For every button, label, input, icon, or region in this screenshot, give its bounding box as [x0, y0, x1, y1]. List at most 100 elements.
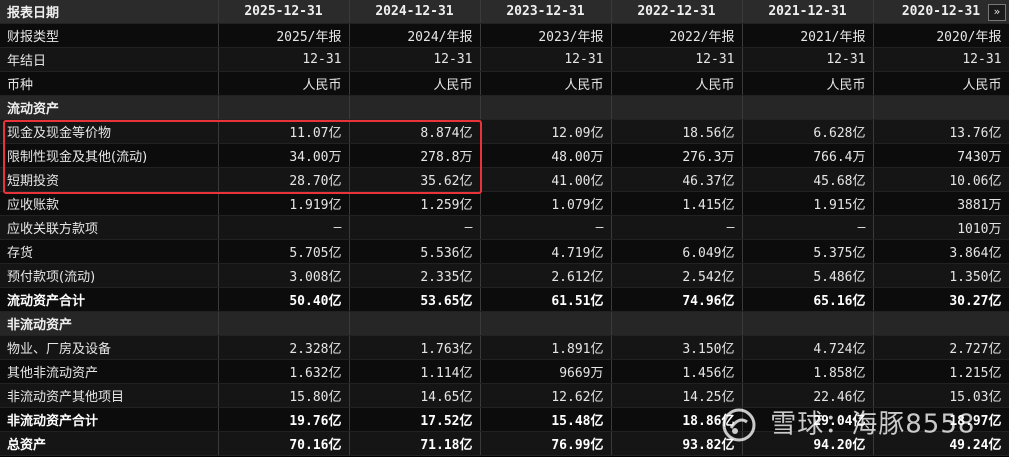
cell-value: 1010万: [873, 215, 1009, 240]
cell-value: —: [742, 215, 874, 240]
row-label: 财报类型: [0, 23, 219, 48]
cell-value: 1.456亿: [611, 359, 743, 384]
cell-value: 13.76亿: [873, 119, 1009, 144]
cell-value: 3881万: [873, 191, 1009, 216]
cell-value: 4.724亿: [742, 335, 874, 360]
cell-value: 1.415亿: [611, 191, 743, 216]
cell-value: 15.48亿: [480, 407, 612, 432]
row-label: 现金及现金等价物: [0, 119, 219, 144]
data-row: 应收关联方款项 — — — — —1010万: [0, 215, 1009, 240]
cell-value: 1.215亿: [873, 359, 1009, 384]
row-label: 其他非流动资产: [0, 359, 219, 384]
cell-value: 2.335亿: [349, 263, 481, 288]
data-row: 财报类型 2025/年报 2024/年报 2023/年报 2022/年报 2021/年报 2…: [0, 23, 1009, 48]
cell-value: 1.632亿: [218, 359, 350, 384]
cell-value: [480, 311, 612, 336]
section-header-row: 非流动资产: [0, 311, 1009, 336]
period-date[interactable]: 2025-12-31: [218, 0, 350, 24]
cell-value: 1.350亿: [873, 263, 1009, 288]
cell-value: 70.16亿: [218, 431, 350, 456]
row-label: 预付款项(流动): [0, 263, 219, 288]
cell-value: 3.150亿: [611, 335, 743, 360]
cell-value: 46.37亿: [611, 167, 743, 192]
row-label: 币种: [0, 71, 219, 96]
cell-value: 17.52亿: [349, 407, 481, 432]
cell-value: 2022/年报: [611, 23, 743, 48]
cell-value: 48.00万: [480, 143, 612, 168]
balance-sheet-table: 报表日期 2025-12-31 2024-12-31 2023-12-31 2022-1…: [0, 0, 1009, 456]
cell-value: —: [349, 215, 481, 240]
data-row: 币种 人民币 人民币 人民币 人民币 人民币 人民币: [0, 71, 1009, 96]
cell-value: 1.915亿: [742, 191, 874, 216]
cell-value: [218, 311, 350, 336]
cell-value: 12-31: [873, 47, 1009, 72]
cell-value: 1.259亿: [349, 191, 481, 216]
cell-value: 5.486亿: [742, 263, 874, 288]
section-header-row: 流动资产: [0, 95, 1009, 120]
cell-value: 12-31: [611, 47, 743, 72]
data-row: 其他非流动资产 1.632亿 1.114亿 9669万 1.456亿 1.858亿 1.21…: [0, 359, 1009, 384]
section-label: 非流动资产: [0, 311, 219, 336]
cell-value: 2.328亿: [218, 335, 350, 360]
data-row: 现金及现金等价物 11.07亿 8.874亿 12.09亿 18.56亿 6.628亿 13…: [0, 119, 1009, 144]
period-date[interactable]: 2023-12-31: [480, 0, 612, 24]
header-label: 报表日期: [0, 0, 219, 24]
cell-value: 人民币: [349, 71, 481, 96]
cell-value: 6.049亿: [611, 239, 743, 264]
cell-value: 3.864亿: [873, 239, 1009, 264]
cell-value: —: [480, 215, 612, 240]
cell-value: [611, 311, 743, 336]
cell-value: —: [218, 215, 350, 240]
cell-value: 19.76亿: [218, 407, 350, 432]
cell-value: 1.114亿: [349, 359, 481, 384]
cell-value: 人民币: [742, 71, 874, 96]
cell-value: 2.612亿: [480, 263, 612, 288]
cell-value: 11.07亿: [218, 119, 350, 144]
cell-value: [349, 311, 481, 336]
cell-value: [742, 95, 874, 120]
cell-value: 65.16亿: [742, 287, 874, 312]
row-label: 非流动资产其他项目: [0, 383, 219, 408]
cell-value: 10.06亿: [873, 167, 1009, 192]
cell-value: 30.27亿: [873, 287, 1009, 312]
cell-value: 人民币: [218, 71, 350, 96]
cell-value: 12-31: [742, 47, 874, 72]
cell-value: 41.00亿: [480, 167, 612, 192]
cell-value: 人民币: [611, 71, 743, 96]
row-label: 限制性现金及其他(流动): [0, 143, 219, 168]
watermark-text: 雪球：海豚8558: [770, 409, 976, 440]
data-row: 限制性现金及其他(流动) 34.00万 278.8万 48.00万 276.3万 766.…: [0, 143, 1009, 168]
cell-value: 3.008亿: [218, 263, 350, 288]
cell-value: 2024/年报: [349, 23, 481, 48]
cell-value: 15.80亿: [218, 383, 350, 408]
row-label: 物业、厂房及设备: [0, 335, 219, 360]
cell-value: 76.99亿: [480, 431, 612, 456]
cell-value: [873, 95, 1009, 120]
cell-value: 9669万: [480, 359, 612, 384]
cell-value: 2020/年报: [873, 23, 1009, 48]
period-date[interactable]: 2024-12-31: [349, 0, 481, 24]
cell-value: 5.536亿: [349, 239, 481, 264]
data-row: 存货 5.705亿 5.536亿 4.719亿 6.049亿 5.375亿 3.864亿: [0, 239, 1009, 264]
cell-value: 35.62亿: [349, 167, 481, 192]
next-period-button[interactable]: »: [988, 4, 1006, 21]
row-label: 应收账款: [0, 191, 219, 216]
period-date[interactable]: 2021-12-31: [742, 0, 874, 24]
cell-value: 2.542亿: [611, 263, 743, 288]
cell-value: 2025/年报: [218, 23, 350, 48]
cell-value: 14.65亿: [349, 383, 481, 408]
watermark: 雪球：海豚8558: [722, 403, 1002, 445]
cell-value: [218, 95, 350, 120]
period-date[interactable]: 2022-12-31: [611, 0, 743, 24]
cell-value: 2.727亿: [873, 335, 1009, 360]
cell-value: 1.763亿: [349, 335, 481, 360]
cell-value: 34.00万: [218, 143, 350, 168]
cell-value: 12.62亿: [480, 383, 612, 408]
row-label: 短期投资: [0, 167, 219, 192]
cell-value: 53.65亿: [349, 287, 481, 312]
data-row: 流动资产合计 50.40亿 53.65亿 61.51亿 74.96亿 65.16亿 30.2…: [0, 287, 1009, 312]
row-label: 总资产: [0, 431, 219, 456]
cell-value: 74.96亿: [611, 287, 743, 312]
cell-value: 人民币: [480, 71, 612, 96]
cell-value: 4.719亿: [480, 239, 612, 264]
